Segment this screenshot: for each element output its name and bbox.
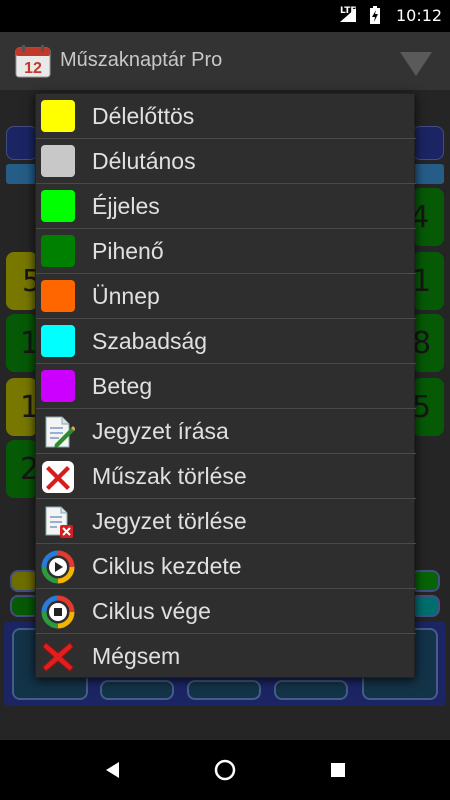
menu-item-label: Ciklus vége [92,598,211,624]
battery-charging-icon [370,6,380,24]
shift-popup-menu: Délelőttös Délutános Éjjeles Pihenő Ünne… [35,93,416,679]
cycle-start-icon [41,550,75,584]
delete-x-icon [42,461,74,493]
menu-item-piheno[interactable]: Pihenő [36,229,416,274]
menu-item-beteg[interactable]: Beteg [36,364,416,409]
recents-icon[interactable] [326,758,350,782]
menu-item-megsem[interactable]: Mégsem [36,634,416,679]
screen: LTE 10:12 12 Műszaknaptár Pro 5 1 1 2 4 … [0,0,450,800]
menu-item-ciklus-vege[interactable]: Ciklus vége [36,589,416,634]
yellow-color-swatch [41,100,75,132]
app-bar: 12 Műszaknaptár Pro [0,32,450,90]
network-type: LTE [340,6,357,16]
status-bar: LTE 10:12 [0,0,450,32]
menu-item-label: Délelőttös [92,103,195,129]
menu-item-szabadsag[interactable]: Szabadság [36,319,416,364]
menu-item-ciklus-kezdete[interactable]: Ciklus kezdete [36,544,416,589]
cycle-stop-icon [41,595,75,629]
back-icon[interactable] [101,758,125,782]
green-color-swatch [41,190,75,222]
menu-item-muszak-torlese[interactable]: Műszak törlése [36,454,416,499]
gray-color-swatch [41,145,75,177]
dropdown-arrow-icon[interactable] [396,46,436,80]
cyan-color-swatch [41,325,75,357]
calendar-icon: 12 [15,45,51,78]
clock: 10:12 [396,6,443,25]
dark-green-color-swatch [41,235,75,267]
menu-item-label: Jegyzet írása [92,418,229,444]
menu-item-label: Mégsem [92,643,181,669]
menu-item-label: Műszak törlése [92,463,247,489]
menu-item-delelottos[interactable]: Délelőttös [36,94,416,139]
home-icon[interactable] [213,758,237,782]
cancel-x-icon [42,642,74,672]
menu-item-label: Jegyzet törlése [92,508,247,534]
menu-item-unnep[interactable]: Ünnep [36,274,416,319]
menu-item-jegyzet-irasa[interactable]: Jegyzet írása [36,409,416,454]
note-edit-icon [45,416,75,448]
menu-item-label: Ünnep [92,283,160,309]
purple-color-swatch [41,370,75,402]
menu-item-label: Délutános [92,148,196,174]
menu-item-label: Éjjeles [92,193,160,219]
orange-color-swatch [41,280,75,312]
app-title: Műszaknaptár Pro [60,49,223,71]
menu-item-ejjeles[interactable]: Éjjeles [36,184,416,229]
calendar-icon-day: 12 [24,60,42,77]
menu-item-label: Beteg [92,373,153,399]
system-nav-bar [0,740,450,800]
menu-item-jegyzet-torlese[interactable]: Jegyzet törlése [36,499,416,544]
menu-item-label: Pihenő [92,238,164,264]
menu-item-delutanos[interactable]: Délutános [36,139,416,184]
note-delete-icon [45,506,73,538]
menu-item-label: Ciklus kezdete [92,553,242,579]
menu-item-label: Szabadság [92,328,208,354]
